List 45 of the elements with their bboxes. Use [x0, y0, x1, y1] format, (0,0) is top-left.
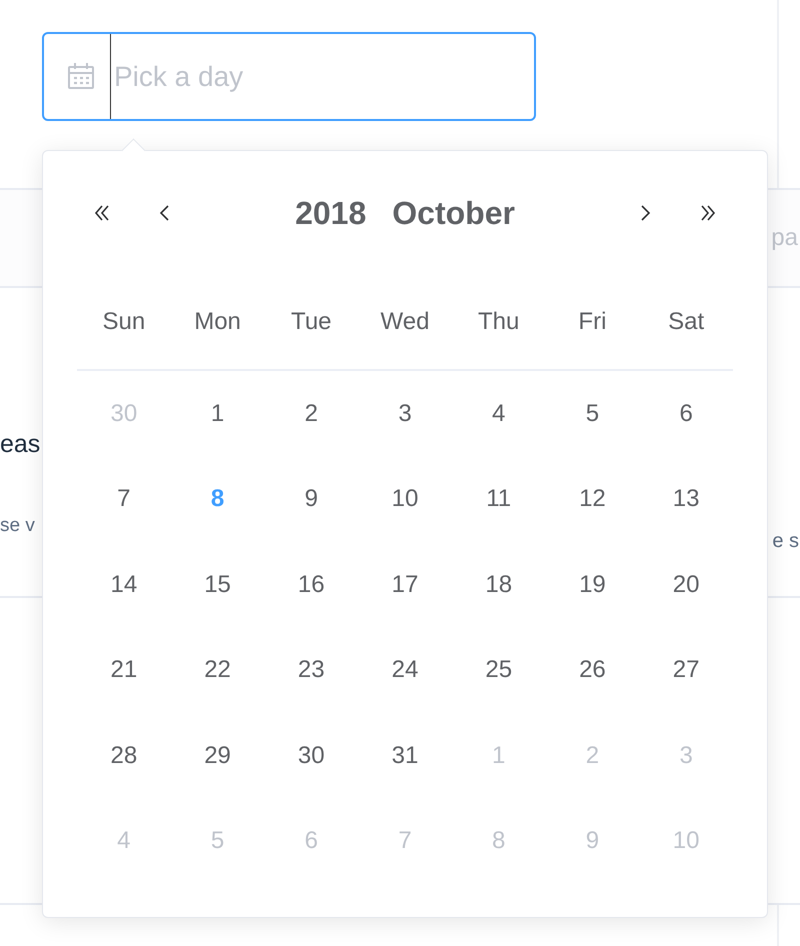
- weekday-label: Thu: [478, 308, 520, 336]
- day-cell[interactable]: 25: [483, 652, 514, 688]
- day-cell[interactable]: 13: [670, 481, 702, 518]
- day-cell[interactable]: 1: [208, 396, 226, 432]
- day-cell[interactable]: 19: [577, 566, 608, 603]
- month-label[interactable]: October: [392, 194, 515, 232]
- day-cell[interactable]: 6: [677, 396, 695, 432]
- weekday-label: Sat: [668, 308, 704, 336]
- day-cell[interactable]: 24: [390, 652, 420, 688]
- description-text: e s: [772, 530, 799, 554]
- day-cell[interactable]: 26: [577, 652, 608, 688]
- day-cell[interactable]: 11: [484, 481, 514, 518]
- day-cell[interactable]: 12: [577, 481, 608, 518]
- day-cell[interactable]: 9: [302, 481, 320, 518]
- date-input-field[interactable]: Pick a day: [42, 32, 536, 121]
- day-cell[interactable]: 21: [108, 652, 140, 688]
- day-cell[interactable]: 20: [670, 566, 702, 603]
- weekday-label: Wed: [380, 308, 430, 336]
- day-cell[interactable]: 22: [202, 652, 233, 688]
- section-heading: eas: [0, 430, 40, 459]
- weekday-label: Fri: [578, 308, 606, 336]
- day-cell[interactable]: 29: [202, 738, 233, 774]
- description-text: se v: [0, 515, 36, 537]
- weekday-label: Tue: [291, 308, 332, 336]
- day-cell[interactable]: 4: [490, 396, 508, 432]
- placeholder-text: pa: [771, 224, 798, 252]
- day-cell[interactable]: 10: [390, 481, 420, 518]
- day-cell[interactable]: 7: [115, 481, 133, 518]
- day-cell[interactable]: 30: [296, 738, 327, 774]
- weekday-label: Sun: [102, 308, 146, 336]
- day-cell[interactable]: 14: [108, 566, 140, 603]
- day-cell[interactable]: 3: [396, 396, 414, 432]
- day-cell[interactable]: 2: [302, 396, 320, 432]
- day-cell[interactable]: 17: [390, 566, 420, 603]
- day-cell[interactable]: 27: [670, 652, 702, 688]
- weekday-label: Mon: [194, 308, 241, 336]
- day-cell[interactable]: 5: [584, 396, 602, 432]
- day-cell[interactable]: 31: [390, 738, 420, 774]
- year-label[interactable]: 2018: [295, 194, 366, 232]
- day-cell[interactable]: 23: [296, 652, 327, 688]
- day-cell[interactable]: 16: [296, 566, 327, 603]
- day-cell[interactable]: 15: [202, 566, 233, 603]
- day-cell[interactable]: 18: [483, 566, 514, 603]
- calendar-icon: [66, 61, 96, 91]
- day-cell[interactable]: 28: [108, 738, 140, 774]
